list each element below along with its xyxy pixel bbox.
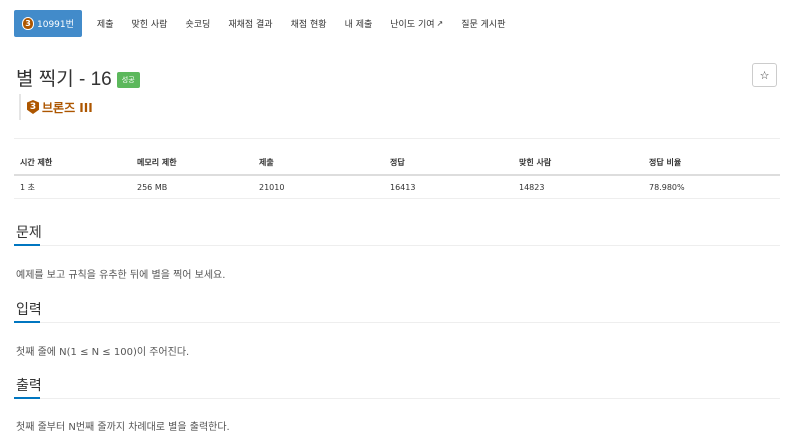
tab-rejudge-results[interactable]: 재채점 결과 — [219, 10, 281, 37]
header-accept-rate: 정답 비율 — [649, 157, 682, 167]
section-accent — [14, 244, 40, 246]
tab-label: 10991번 — [37, 20, 74, 30]
tab-solved-users[interactable]: 맞힌 사람 — [122, 10, 176, 37]
section-accent — [14, 397, 40, 399]
tab-label: 난이도 기여 — [390, 20, 435, 30]
section-title-input: 입력 — [16, 302, 42, 318]
tab-question-board[interactable]: 질문 게시판 — [452, 10, 514, 37]
divider — [14, 138, 780, 139]
section-title-output: 출력 — [16, 378, 42, 394]
value-time-limit: 1 초 — [20, 182, 35, 192]
table-row: 1 초 256 MB 21010 16413 14823 78.980% — [14, 176, 780, 199]
bronze-tier-icon: 3 — [22, 17, 34, 30]
tab-submit[interactable]: 제출 — [88, 10, 123, 37]
value-submissions: 21010 — [259, 182, 285, 192]
favorite-star-button[interactable]: ☆ — [752, 63, 777, 87]
value-accept-rate: 78.980% — [649, 182, 685, 192]
tab-judge-status[interactable]: 채점 현황 — [282, 10, 336, 37]
problem-tabs: 3 10991번 제출 맞힌 사람 숏코딩 재채점 결과 채점 현황 내 제출 … — [14, 10, 515, 37]
problem-title-row: 별 찍기 - 16 성공 — [16, 64, 140, 91]
tab-short-coding[interactable]: 숏코딩 — [176, 10, 219, 37]
tab-my-submissions[interactable]: 내 제출 — [336, 10, 382, 37]
section-accent — [14, 321, 40, 323]
section-text-description: 예제를 보고 규칙을 유추한 뒤에 별을 찍어 보세요. — [16, 270, 226, 281]
page-title: 별 찍기 - 16 — [16, 69, 112, 90]
divider — [14, 322, 780, 323]
value-memory-limit: 256 MB — [137, 182, 168, 192]
divider — [14, 245, 780, 246]
divider — [14, 398, 780, 399]
status-badge: 성공 — [116, 71, 140, 88]
tier-label: 브론즈 III — [42, 100, 93, 115]
header-solved-users: 맞힌 사람 — [519, 157, 552, 167]
value-accepted: 16413 — [390, 182, 416, 192]
header-time-limit: 시간 제한 — [20, 157, 53, 167]
tab-difficulty-contribution[interactable]: 난이도 기여 ↗ — [381, 10, 452, 37]
external-link-icon: ↗ — [436, 19, 444, 28]
bronze-tier-icon: 3 — [27, 100, 39, 114]
section-text-input: 첫째 줄에 N(1 ≤ N ≤ 100)이 주어진다. — [16, 347, 190, 358]
header-memory-limit: 메모리 제한 — [137, 157, 177, 167]
table-header-row: 시간 제한 메모리 제한 제출 정답 맞힌 사람 정답 비율 — [14, 150, 780, 176]
section-title-description: 문제 — [16, 225, 42, 241]
header-accepted: 정답 — [390, 157, 405, 167]
problem-tier: 3 브론즈 III — [19, 94, 93, 120]
value-solved-users: 14823 — [519, 182, 545, 192]
problem-info-table: 시간 제한 메모리 제한 제출 정답 맞힌 사람 정답 비율 1 초 256 M… — [14, 150, 780, 199]
section-text-output: 첫째 줄부터 N번째 줄까지 차례대로 별을 출력한다. — [16, 422, 230, 433]
tab-problem-number[interactable]: 3 10991번 — [14, 10, 82, 37]
header-submissions: 제출 — [259, 157, 274, 167]
